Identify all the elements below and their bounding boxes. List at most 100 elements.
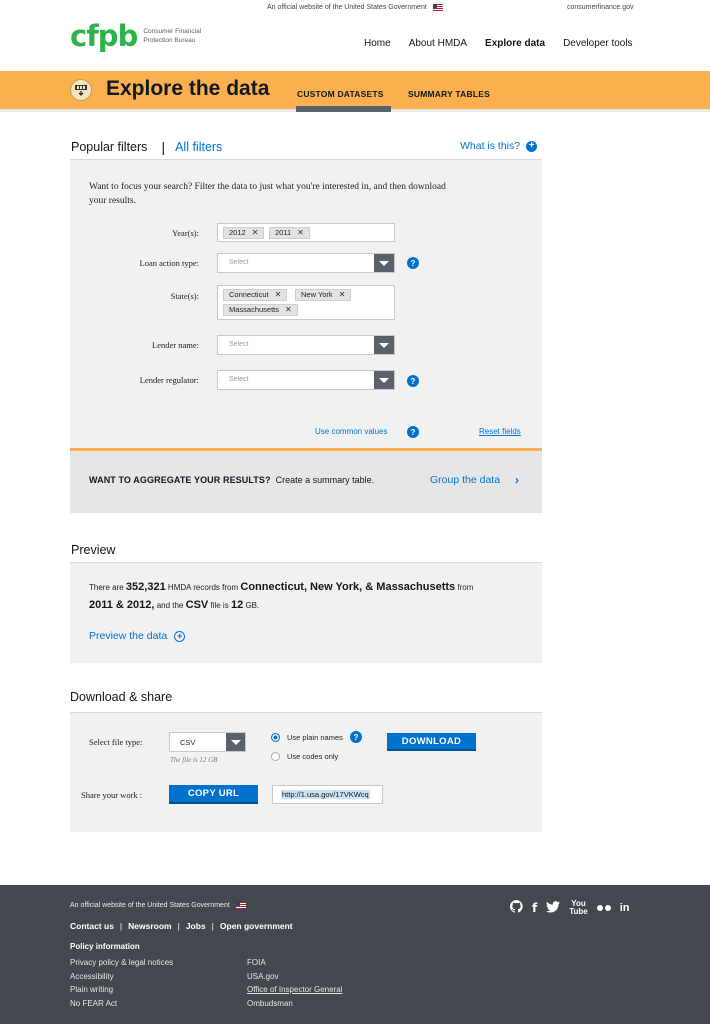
footer-link-open-government[interactable]: Open government <box>220 921 293 931</box>
year-chip: 2011 ✕ <box>269 227 310 239</box>
file-type-label: Select file type: <box>89 737 143 747</box>
chevron-down-icon[interactable] <box>374 254 394 272</box>
footer-link-oig[interactable]: Office of Inspector General <box>247 983 342 997</box>
plain-names-radio[interactable] <box>271 733 280 742</box>
reset-fields-link[interactable]: Reset fields <box>479 427 521 436</box>
preview-data-link[interactable]: Preview the data + <box>89 630 186 642</box>
chevron-down-icon[interactable] <box>226 733 245 751</box>
filters-intro: Want to focus your search? Filter the da… <box>89 182 446 206</box>
popular-filters-tab[interactable]: Popular filters <box>71 140 147 154</box>
what-is-this-link[interactable]: What is this? + <box>460 140 538 152</box>
use-common-values-link[interactable]: Use common values <box>315 427 387 436</box>
policy-links-col1: Privacy policy & legal notices Accessibi… <box>70 956 173 1010</box>
us-flag-icon <box>235 902 246 909</box>
lender-regulator-select[interactable]: Select <box>217 370 395 390</box>
nav-about-hmda[interactable]: About HMDA <box>409 38 467 49</box>
codes-only-label[interactable]: Use codes only <box>287 752 338 761</box>
share-url-field[interactable]: http://1.usa.gov/17VKWcq <box>272 785 383 804</box>
help-icon[interactable]: ? <box>407 426 419 438</box>
facebook-icon[interactable]: f <box>532 901 537 915</box>
lender-regulator-label: Lender regulator: <box>139 375 199 385</box>
linkedin-icon[interactable]: in <box>620 902 630 914</box>
gov-banner: An official website of the United States… <box>0 4 710 14</box>
us-flag-icon <box>432 4 443 11</box>
help-icon[interactable]: ? <box>407 257 419 269</box>
years-label: Year(s): <box>172 228 199 238</box>
preview-card <box>70 563 542 663</box>
copy-url-button[interactable]: COPY URL <box>169 785 258 804</box>
plus-circle-icon: + <box>526 140 538 152</box>
active-tab-indicator <box>296 106 391 112</box>
download-card <box>70 713 542 832</box>
states-label: State(s): <box>170 291 199 301</box>
youtube-icon[interactable]: You Tube <box>569 900 588 916</box>
footer-link-plain-writing[interactable]: Plain writing <box>70 983 173 997</box>
plus-circle-icon: + <box>174 630 186 642</box>
social-links: f You Tube in <box>509 900 630 916</box>
logo-text: Consumer Financial Protection Bureau <box>143 28 202 44</box>
footer-link-newsroom[interactable]: Newsroom <box>128 921 171 931</box>
footer-link-no-fear[interactable]: No FEAR Act <box>70 997 173 1011</box>
states-field[interactable]: Connecticut ✕ New York ✕ Massachusetts ✕ <box>217 285 395 320</box>
download-title: Download & share <box>70 690 173 704</box>
footer-gov-text: An official website of the United States… <box>70 902 246 909</box>
footer-link-privacy[interactable]: Privacy policy & legal notices <box>70 956 173 970</box>
remove-chip-icon[interactable]: ✕ <box>297 228 304 238</box>
policy-links-col2: FOIA USA.gov Office of Inspector General… <box>247 956 342 1010</box>
help-icon[interactable]: ? <box>350 731 362 743</box>
footer-link-usa-gov[interactable]: USA.gov <box>247 970 342 984</box>
state-chip: Connecticut ✕ <box>223 289 288 301</box>
logo-mark: cfpb <box>70 19 138 53</box>
remove-chip-icon[interactable]: ✕ <box>339 290 346 300</box>
remove-chip-icon[interactable]: ✕ <box>252 228 259 238</box>
data-download-icon <box>70 79 92 101</box>
footer-link-jobs[interactable]: Jobs <box>186 921 206 931</box>
codes-only-radio[interactable] <box>271 752 280 761</box>
download-button[interactable]: DOWNLOAD <box>387 733 476 751</box>
year-chip: 2012 ✕ <box>223 227 265 239</box>
main-nav: Home About HMDA Explore data Developer t… <box>364 38 651 49</box>
tab-summary-tables[interactable]: SUMMARY TABLES <box>408 89 490 99</box>
share-label: Share your work : <box>81 790 143 800</box>
state-chip: New York ✕ <box>295 289 352 301</box>
tab-custom-datasets[interactable]: CUSTOM DATASETS <box>297 89 384 99</box>
gov-banner-text: An official website of the United States… <box>267 4 427 11</box>
footer-link-foia[interactable]: FOIA <box>247 956 342 970</box>
years-field[interactable]: 2012 ✕ 2011 ✕ <box>217 223 395 242</box>
help-icon[interactable]: ? <box>407 375 419 387</box>
plain-names-label[interactable]: Use plain names <box>287 733 343 742</box>
state-chip: Massachusetts ✕ <box>223 304 298 316</box>
group-data-link[interactable]: Group the data <box>430 474 500 486</box>
footer-links: Contact us | Newsroom | Jobs | Open government <box>70 921 293 931</box>
flickr-icon[interactable] <box>596 905 611 911</box>
chevron-down-icon[interactable] <box>374 336 394 354</box>
loan-action-label: Loan action type: <box>139 258 199 268</box>
nav-home[interactable]: Home <box>364 38 391 49</box>
footer-link-contact[interactable]: Contact us <box>70 921 114 931</box>
policy-title: Policy information <box>70 942 140 951</box>
aggregate-prompt: WANT TO AGGREGATE YOUR RESULTS? Create a… <box>89 475 375 485</box>
filters-header: Popular filters | All filters <box>71 139 223 155</box>
remove-chip-icon[interactable]: ✕ <box>285 305 292 315</box>
nav-developer-tools[interactable]: Developer tools <box>563 38 632 49</box>
footer-link-ombudsman[interactable]: Ombudsman <box>247 997 342 1011</box>
chevron-right-icon[interactable]: › <box>515 473 519 487</box>
page-title: Explore the data <box>106 77 270 100</box>
loan-action-select[interactable]: Select <box>217 253 395 273</box>
preview-title: Preview <box>71 543 116 557</box>
nav-explore-data[interactable]: Explore data <box>485 38 545 49</box>
all-filters-tab[interactable]: All filters <box>175 140 222 154</box>
github-icon[interactable] <box>509 900 523 916</box>
footer-link-accessibility[interactable]: Accessibility <box>70 970 173 984</box>
lender-name-label: Lender name: <box>152 340 199 350</box>
lender-name-select[interactable]: Select <box>217 335 395 355</box>
preview-summary-years: 2011 & 2012, and the CSV file is 12 GB. <box>89 599 260 611</box>
file-type-select[interactable]: CSV <box>169 732 246 752</box>
twitter-icon[interactable] <box>546 900 561 916</box>
site-link[interactable]: consumerfinance.gov <box>567 4 634 11</box>
remove-chip-icon[interactable]: ✕ <box>275 290 282 300</box>
preview-summary: There are 352,321 HMDA records from Conn… <box>89 581 474 593</box>
cfpb-logo[interactable]: cfpb Consumer Financial Protection Burea… <box>70 22 213 51</box>
chevron-down-icon[interactable] <box>374 371 394 389</box>
file-size-note: The file is 12 GB <box>170 756 218 764</box>
